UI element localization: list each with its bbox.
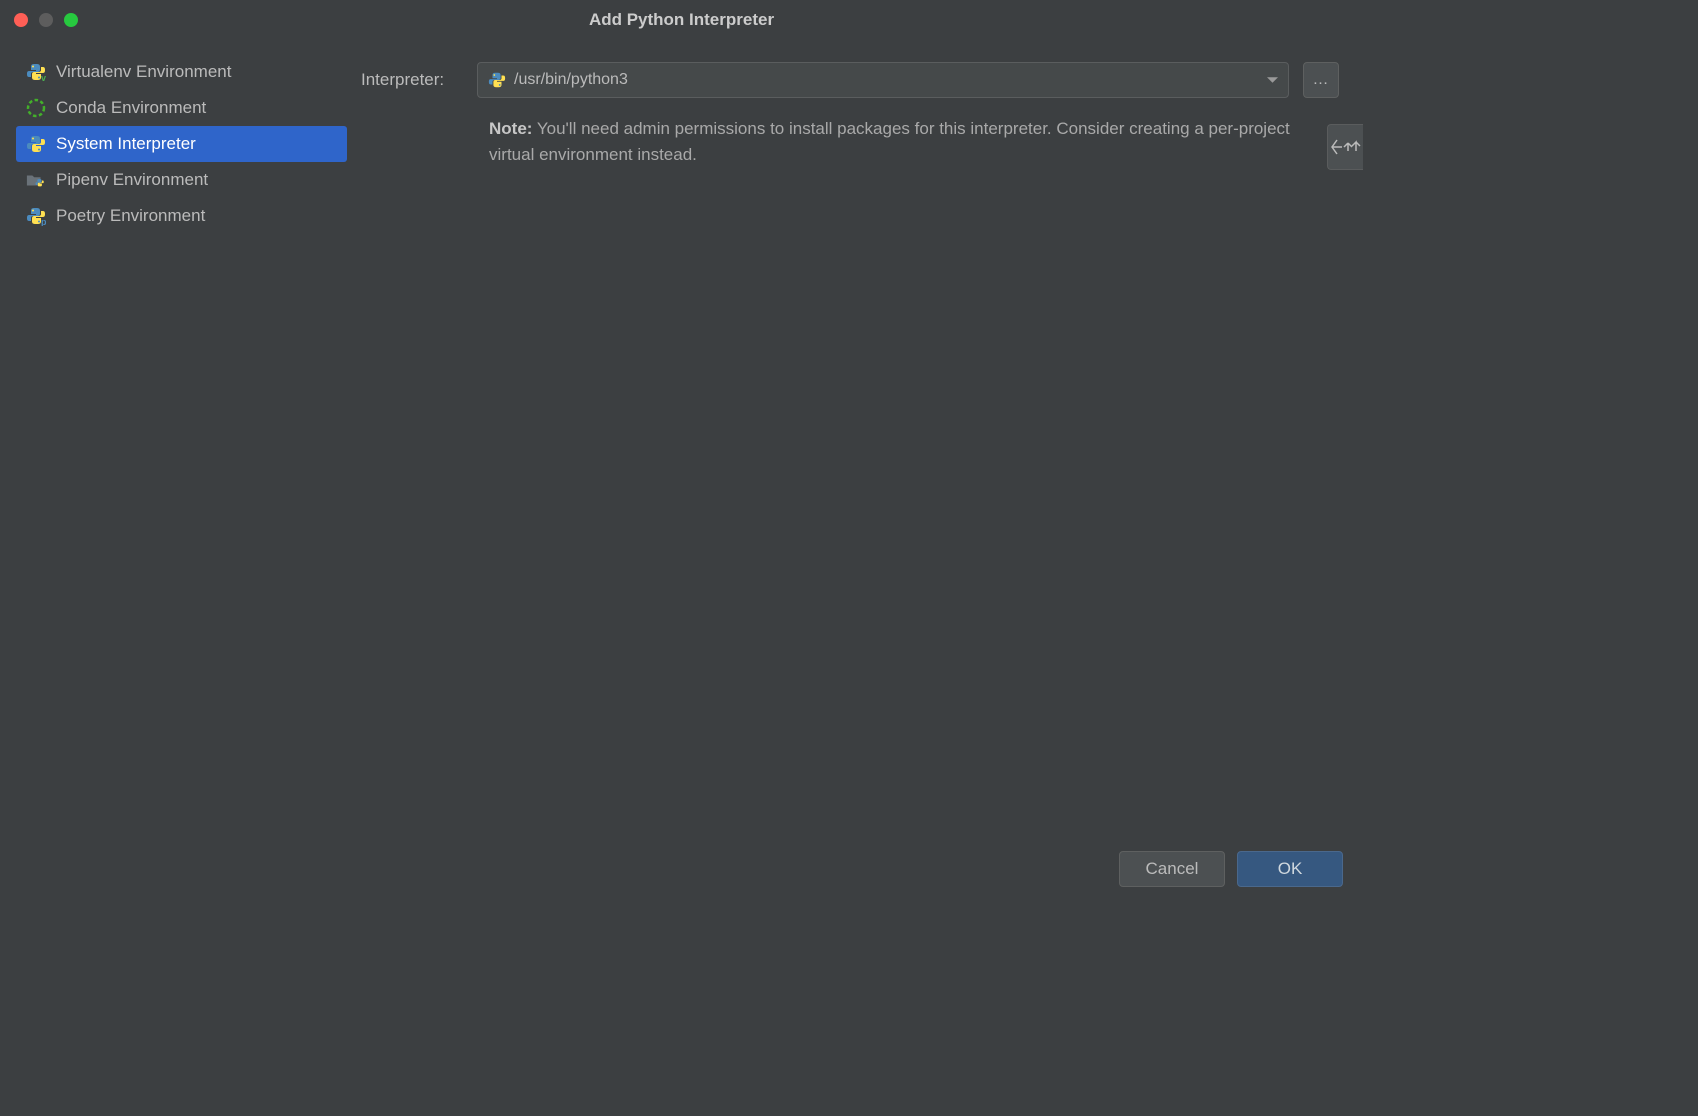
edge-toggle[interactable] [1327, 124, 1363, 170]
interpreter-row: Interpreter: /usr/bin/python3 … [361, 62, 1339, 98]
traffic-lights [0, 13, 78, 27]
close-window-button[interactable] [14, 13, 28, 27]
pipenv-icon [26, 170, 46, 190]
sidebar-item-pipenv[interactable]: Pipenv Environment [16, 162, 347, 198]
cancel-label: Cancel [1146, 859, 1199, 879]
sidebar-item-label: Poetry Environment [56, 206, 205, 226]
sidebar-item-poetry[interactable]: p Poetry Environment [16, 198, 347, 234]
python-icon [26, 134, 46, 154]
sidebar-item-label: Virtualenv Environment [56, 62, 231, 82]
sidebar-item-conda[interactable]: Conda Environment [16, 90, 347, 126]
python-icon [488, 71, 506, 89]
maximize-window-button[interactable] [64, 13, 78, 27]
interpreter-label: Interpreter: [361, 70, 463, 90]
sidebar-item-system[interactable]: System Interpreter [16, 126, 347, 162]
content-area: v Virtualenv Environment Conda Environme… [0, 40, 1363, 843]
titlebar: Add Python Interpreter [0, 0, 1363, 40]
browse-button[interactable]: … [1303, 62, 1339, 98]
note-body: You'll need admin permissions to install… [489, 119, 1290, 164]
main-panel: Interpreter: /usr/bin/python3 … [347, 40, 1363, 843]
sidebar-item-label: Pipenv Environment [56, 170, 208, 190]
svg-text:v: v [41, 73, 46, 82]
minimize-window-button[interactable] [39, 13, 53, 27]
sidebar-item-label: System Interpreter [56, 134, 196, 154]
python-virtualenv-icon: v [26, 62, 46, 82]
interpreter-dropdown[interactable]: /usr/bin/python3 [477, 62, 1289, 98]
ok-label: OK [1278, 859, 1303, 879]
sidebar: v Virtualenv Environment Conda Environme… [0, 40, 347, 843]
caret-down-icon [1267, 71, 1278, 89]
svg-text:p: p [41, 217, 46, 226]
window-title: Add Python Interpreter [589, 10, 774, 30]
poetry-icon: p [26, 206, 46, 226]
footer: Cancel OK [1119, 851, 1343, 887]
cancel-button[interactable]: Cancel [1119, 851, 1225, 887]
sidebar-item-label: Conda Environment [56, 98, 206, 118]
sidebar-item-virtualenv[interactable]: v Virtualenv Environment [16, 54, 347, 90]
ellipsis-icon: … [1313, 71, 1330, 89]
note-prefix: Note: [489, 119, 532, 138]
note-text: Note: You'll need admin permissions to i… [489, 116, 1339, 167]
ok-button[interactable]: OK [1237, 851, 1343, 887]
conda-icon [26, 98, 46, 118]
interpreter-value: /usr/bin/python3 [514, 71, 1267, 89]
